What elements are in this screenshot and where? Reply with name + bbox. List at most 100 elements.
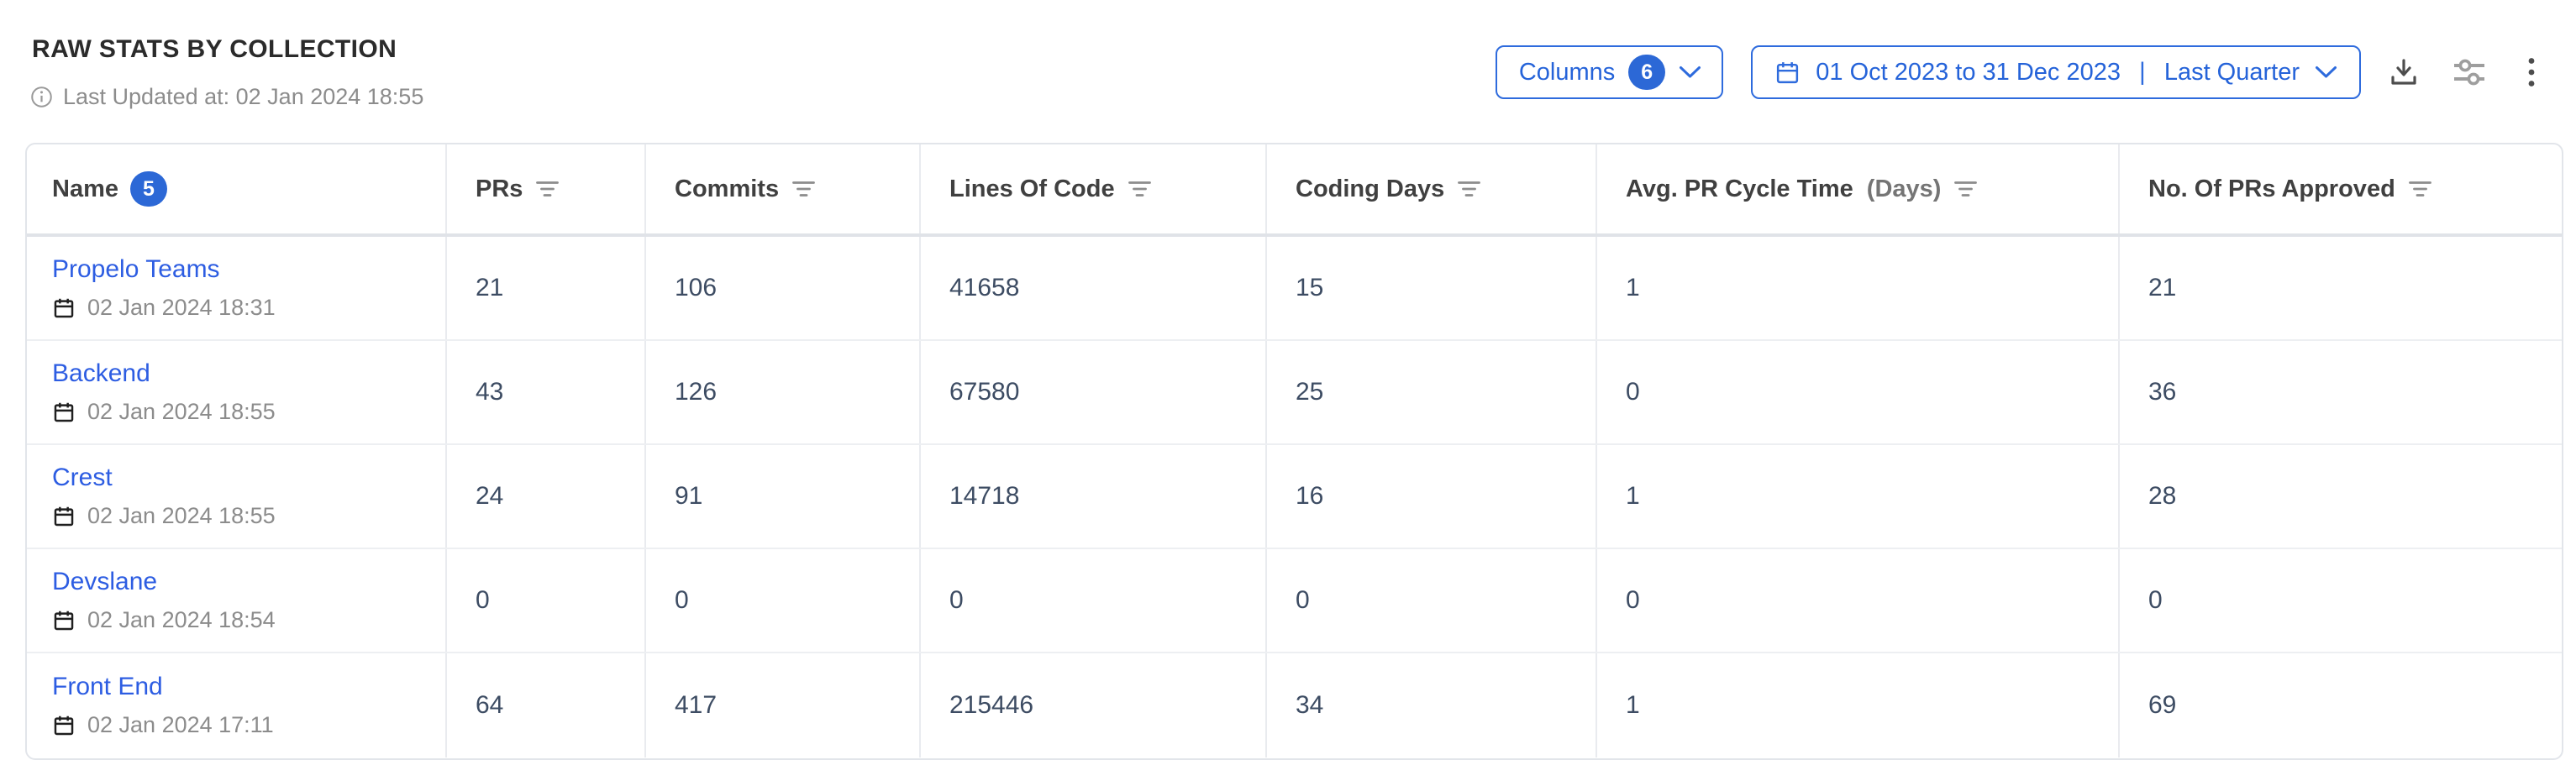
lines-of-code-cell: 0	[921, 549, 1267, 652]
row-updated-label: 02 Jan 2024 18:31	[87, 295, 276, 321]
table-row: Crest 02 Jan 2024 18:55 24 91 14718	[27, 445, 2562, 549]
prs-approved-cell: 28	[2120, 445, 2562, 548]
commits-cell: 91	[646, 445, 921, 548]
date-range-button[interactable]: 01 Oct 2023 to 31 Dec 2023 | Last Quarte…	[1751, 45, 2361, 99]
commits-cell: 0	[646, 549, 921, 652]
row-updated: 02 Jan 2024 18:55	[52, 503, 276, 529]
date-preset-label: Last Quarter	[2164, 59, 2300, 86]
coding-days-cell: 34	[1267, 653, 1597, 757]
name-cell: Propelo Teams 02 Jan 2024 18:31	[27, 237, 447, 339]
table-header-row: Name 5 PRs Commits Lines Of Code Coding …	[27, 144, 2562, 237]
calendar-icon	[52, 609, 76, 632]
column-header-lines-of-code: Lines Of Code	[921, 144, 1267, 233]
download-button[interactable]	[2386, 55, 2421, 90]
prs-cell: 43	[447, 341, 646, 443]
collection-link[interactable]: Crest	[52, 464, 113, 492]
name-cell: Front End 02 Jan 2024 17:11	[27, 653, 447, 757]
prs-approved-cell: 21	[2120, 237, 2562, 339]
filter-icon[interactable]	[2409, 181, 2431, 198]
column-label: Avg. PR Cycle Time	[1626, 176, 1853, 203]
filter-icon[interactable]	[792, 181, 815, 198]
filter-icon[interactable]	[536, 181, 559, 198]
coding-days-cell: 0	[1267, 549, 1597, 652]
raw-stats-page: RAW STATS BY COLLECTION Last Updated at:…	[0, 0, 2576, 781]
collection-link[interactable]: Devslane	[52, 568, 157, 596]
coding-days-cell: 15	[1267, 237, 1597, 339]
filter-icon[interactable]	[1954, 181, 1977, 198]
row-updated-label: 02 Jan 2024 18:54	[87, 607, 276, 633]
avg-pr-cycle-time-cell: 1	[1597, 237, 2120, 339]
columns-button-label: Columns	[1519, 59, 1615, 86]
row-updated-label: 02 Jan 2024 18:55	[87, 399, 276, 425]
collection-link[interactable]: Backend	[52, 359, 150, 388]
column-header-commits: Commits	[646, 144, 921, 233]
commits-cell: 126	[646, 341, 921, 443]
column-label: Commits	[675, 176, 779, 203]
settings-sliders-button[interactable]	[2450, 53, 2489, 92]
row-updated-label: 02 Jan 2024 18:55	[87, 503, 276, 529]
page-title: RAW STATS BY COLLECTION	[32, 35, 397, 64]
info-icon	[30, 86, 53, 108]
columns-count-badge: 6	[1628, 55, 1665, 90]
date-range-separator: |	[2136, 58, 2149, 86]
name-cell: Crest 02 Jan 2024 18:55	[27, 445, 447, 548]
name-count-badge: 5	[130, 171, 167, 207]
column-header-prs-approved: No. Of PRs Approved	[2120, 144, 2562, 233]
calendar-icon	[52, 714, 76, 737]
column-header-prs: PRs	[447, 144, 646, 233]
table-row: Propelo Teams 02 Jan 2024 18:31 21 106 4…	[27, 237, 2562, 341]
prs-cell: 0	[447, 549, 646, 652]
last-updated-row: Last Updated at: 02 Jan 2024 18:55	[30, 84, 423, 110]
avg-pr-cycle-time-cell: 0	[1597, 341, 2120, 443]
sliders-icon	[2450, 53, 2489, 92]
coding-days-cell: 16	[1267, 445, 1597, 548]
chevron-down-icon	[2315, 66, 2337, 79]
column-label: Coding Days	[1296, 176, 1444, 203]
column-label: Name	[52, 176, 118, 203]
last-updated-label: Last Updated at: 02 Jan 2024 18:55	[63, 84, 423, 110]
kebab-menu-icon	[2527, 57, 2536, 87]
columns-button[interactable]: Columns 6	[1496, 45, 1723, 99]
collection-link[interactable]: Propelo Teams	[52, 255, 220, 284]
prs-approved-cell: 0	[2120, 549, 2562, 652]
column-header-avg-pr-cycle-time: Avg. PR Cycle Time (Days)	[1597, 144, 2120, 233]
column-label: PRs	[476, 176, 523, 203]
column-label: No. Of PRs Approved	[2148, 176, 2395, 203]
name-cell: Backend 02 Jan 2024 18:55	[27, 341, 447, 443]
avg-pr-cycle-time-cell: 0	[1597, 549, 2120, 652]
chevron-down-icon	[1679, 66, 1701, 79]
column-label-suffix: (Days)	[1867, 176, 1942, 203]
kebab-menu-button[interactable]	[2527, 57, 2536, 87]
download-icon	[2386, 55, 2421, 90]
prs-cell: 64	[447, 653, 646, 757]
row-updated: 02 Jan 2024 18:31	[52, 295, 276, 321]
column-header-coding-days: Coding Days	[1267, 144, 1597, 233]
table-row: Devslane 02 Jan 2024 18:54 0 0 0 0	[27, 549, 2562, 653]
date-range-label: 01 Oct 2023 to 31 Dec 2023	[1816, 59, 2121, 86]
lines-of-code-cell: 215446	[921, 653, 1267, 757]
lines-of-code-cell: 41658	[921, 237, 1267, 339]
calendar-icon	[1774, 60, 1801, 86]
name-cell: Devslane 02 Jan 2024 18:54	[27, 549, 447, 652]
calendar-icon	[52, 505, 76, 528]
row-updated: 02 Jan 2024 18:55	[52, 399, 276, 425]
filter-icon[interactable]	[1458, 181, 1480, 198]
commits-cell: 106	[646, 237, 921, 339]
prs-approved-cell: 36	[2120, 341, 2562, 443]
avg-pr-cycle-time-cell: 1	[1597, 445, 2120, 548]
row-updated-label: 02 Jan 2024 17:11	[87, 712, 274, 738]
row-updated: 02 Jan 2024 17:11	[52, 712, 274, 738]
commits-cell: 417	[646, 653, 921, 757]
calendar-icon	[52, 401, 76, 424]
prs-cell: 24	[447, 445, 646, 548]
prs-approved-cell: 69	[2120, 653, 2562, 757]
column-header-name: Name 5	[27, 144, 447, 233]
table-row: Backend 02 Jan 2024 18:55 43 126 67580	[27, 341, 2562, 445]
prs-cell: 21	[447, 237, 646, 339]
lines-of-code-cell: 14718	[921, 445, 1267, 548]
collection-link[interactable]: Front End	[52, 673, 163, 701]
toolbar: Columns 6 01 Oct 2023 to 31 Dec 2023 | L…	[1496, 45, 2536, 99]
column-label: Lines Of Code	[949, 176, 1115, 203]
row-updated: 02 Jan 2024 18:54	[52, 607, 276, 633]
filter-icon[interactable]	[1128, 181, 1151, 198]
